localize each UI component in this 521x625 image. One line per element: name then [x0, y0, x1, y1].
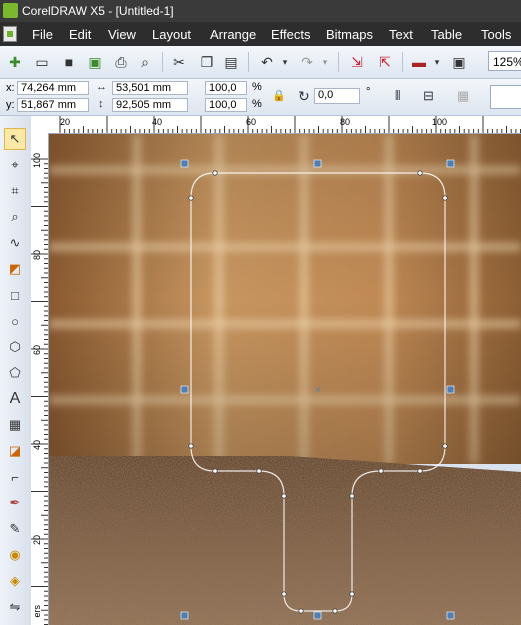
mirror-horizontal-icon[interactable]: ⫴	[395, 88, 400, 104]
title-bar: CorelDRAW X5 - [Untitled-1]	[0, 0, 521, 22]
menu-file[interactable]: File	[32, 27, 53, 42]
height-icon: ↕	[98, 98, 104, 110]
save-icon[interactable]: ■	[60, 53, 78, 71]
document-icon[interactable]	[3, 26, 17, 42]
rectangle-tool-icon[interactable]: □	[4, 284, 26, 306]
horizontal-ruler-ticks	[59, 116, 521, 133]
interactive-fill-tool-icon[interactable]: ◈	[4, 570, 26, 592]
width-icon: ↔	[96, 81, 107, 93]
menu-text[interactable]: Text	[389, 27, 413, 42]
scale-x-field[interactable]: 100,0	[205, 81, 247, 95]
blend-tool-icon[interactable]: ⇋	[4, 596, 26, 618]
eyedropper-tool-icon[interactable]: ✒	[4, 492, 26, 514]
align-icon[interactable]: ▦	[457, 88, 469, 104]
smart-fill-tool-icon[interactable]: ◩	[4, 258, 26, 280]
mirror-vertical-icon[interactable]: ⊟	[423, 88, 434, 104]
x-position-field[interactable]: 74,264 mm	[17, 81, 89, 95]
degree-symbol: °	[366, 86, 371, 98]
copy-icon[interactable]: ❐	[198, 53, 216, 71]
new-icon[interactable]: ✚	[6, 53, 24, 71]
crop-tool-icon[interactable]: ⌗	[4, 180, 26, 202]
undo-icon[interactable]: ↶	[258, 53, 276, 71]
scale-y-percent: %	[252, 98, 262, 110]
outline-width-field[interactable]	[490, 85, 521, 109]
standard-toolbar: ✚ ▭ ■ ▣ ⎙ ⌕ ✂ ❐ ▤ ↶ ▾ ↷ ▾ ⇲ ⇱ ▬ ▾ ▣ 125%	[0, 46, 521, 79]
menu-edit[interactable]: Edit	[69, 27, 91, 42]
menu-view[interactable]: View	[108, 27, 136, 42]
parallel-dimension-tool-icon[interactable]: ◪	[4, 440, 26, 462]
pick-tool-icon[interactable]: ↖	[4, 128, 26, 150]
horizontal-ruler[interactable]: 20 40 60 80 100	[48, 116, 521, 134]
fill-tool-icon[interactable]: ◉	[4, 544, 26, 566]
publish-icon[interactable]: ▣	[86, 53, 104, 71]
redo-dropdown-icon[interactable]: ▾	[316, 53, 334, 71]
ruler-label-v100: 100	[32, 153, 42, 169]
scale-x-percent: %	[252, 81, 262, 93]
x-position-label: x:	[6, 82, 15, 94]
ruler-label-80: 80	[340, 117, 351, 127]
wall-background	[49, 134, 521, 464]
toolbox: ↖ ⌖ ⌗ ⌕ ∿ ◩ □ ○ ⬡ ⬠ A ▦ ◪ ⌐ ✒ ✎ ◉ ◈ ⇋	[0, 116, 32, 625]
vertical-ruler[interactable]: 100 80 60 40 20 ers	[31, 133, 49, 625]
vertical-ruler-ticks	[31, 158, 48, 625]
ellipse-tool-icon[interactable]: ○	[4, 310, 26, 332]
ruler-label-v80: 80	[32, 250, 42, 261]
y-position-field[interactable]: 51,867 mm	[17, 98, 89, 112]
print-preview-icon[interactable]: ⌕	[136, 53, 154, 71]
ruler-label-20: 20	[60, 117, 71, 127]
open-icon[interactable]: ▭	[33, 53, 51, 71]
width-field[interactable]: 53,501 mm	[112, 81, 188, 95]
ruler-origin[interactable]	[31, 116, 49, 134]
menu-bitmaps[interactable]: Bitmaps	[326, 27, 373, 42]
paste-icon[interactable]: ▤	[222, 53, 240, 71]
menu-table[interactable]: Table	[431, 27, 462, 42]
cut-icon[interactable]: ✂	[170, 53, 188, 71]
menu-bar: File Edit View Layout Arrange Effects Bi…	[0, 22, 521, 46]
welcome-screen-icon[interactable]: ▣	[450, 53, 468, 71]
ruler-label-60: 60	[246, 117, 257, 127]
launcher-dropdown-icon[interactable]: ▾	[428, 53, 446, 71]
ruler-label-100: 100	[432, 117, 448, 127]
scale-y-field[interactable]: 100,0	[205, 98, 247, 112]
ruler-label-v40: 40	[32, 440, 42, 451]
print-icon[interactable]: ⎙	[112, 53, 130, 71]
menu-layout[interactable]: Layout	[152, 27, 191, 42]
ruler-unit-label: ers	[32, 605, 42, 618]
y-position-label: y:	[6, 99, 15, 111]
freehand-tool-icon[interactable]: ∿	[4, 232, 26, 254]
undo-dropdown-icon[interactable]: ▾	[276, 53, 294, 71]
ruler-label-v60: 60	[32, 345, 42, 356]
menu-tools[interactable]: Tools	[481, 27, 511, 42]
height-field[interactable]: 92,505 mm	[112, 98, 188, 112]
export-icon[interactable]: ⇱	[376, 53, 394, 71]
menu-effects[interactable]: Effects	[271, 27, 311, 42]
text-tool-icon[interactable]: A	[4, 388, 26, 410]
zoom-level-field[interactable]: 125%	[488, 51, 521, 71]
redo-icon[interactable]: ↷	[298, 53, 316, 71]
basic-shapes-tool-icon[interactable]: ⬠	[4, 362, 26, 384]
import-icon[interactable]: ⇲	[348, 53, 366, 71]
menu-arrange[interactable]: Arrange	[210, 27, 256, 42]
drawing-canvas[interactable]: ×	[49, 134, 521, 625]
ruler-label-v20: 20	[32, 535, 42, 546]
zoom-tool-icon[interactable]: ⌕	[4, 206, 26, 228]
connector-tool-icon[interactable]: ⌐	[4, 466, 26, 488]
rotation-icon: ↻	[298, 88, 310, 104]
polygon-tool-icon[interactable]: ⬡	[4, 336, 26, 358]
drawing-page: ×	[49, 134, 521, 625]
svg-text:×: ×	[315, 385, 321, 396]
property-bar: x: 74,264 mm y: 51,867 mm ↔ 53,501 mm ↕ …	[0, 79, 521, 116]
rotation-field[interactable]: 0,0	[314, 88, 360, 104]
window-title: CorelDRAW X5 - [Untitled-1]	[22, 4, 174, 18]
application-launcher-icon[interactable]: ▬	[410, 53, 428, 71]
shape-tool-icon[interactable]: ⌖	[4, 154, 26, 176]
table-tool-icon[interactable]: ▦	[4, 414, 26, 436]
outline-pen-tool-icon[interactable]: ✎	[4, 518, 26, 540]
lock-ratio-icon[interactable]: 🔒	[272, 89, 286, 102]
ruler-label-40: 40	[152, 117, 163, 127]
coreldraw-app-icon	[3, 3, 18, 18]
